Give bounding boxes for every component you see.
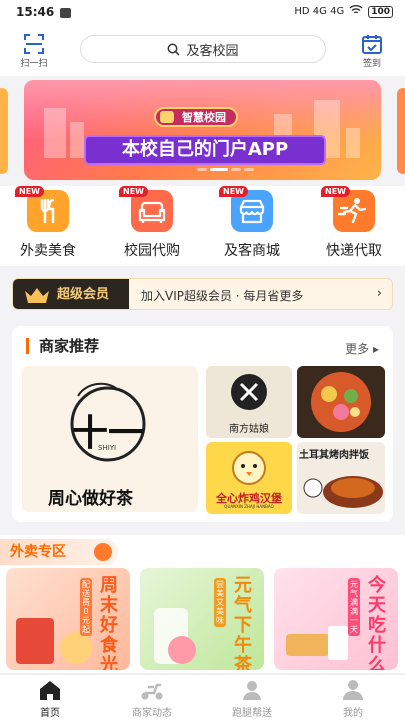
status-right: HD 4G 4G 100 — [294, 5, 393, 18]
status-time: 15:46 — [16, 5, 55, 19]
tab-mine[interactable]: 我的 — [323, 679, 383, 719]
new-badge: NEW — [321, 186, 350, 197]
vip-tag-text: 超级会员 — [57, 287, 110, 302]
brand-logo-icon — [160, 111, 174, 123]
banner-prev-peek — [0, 88, 8, 174]
vip-text: 加入VIP超级会员 · 每月省更多 — [141, 289, 304, 303]
search-text: 及客校园 — [186, 43, 239, 59]
scan-button[interactable]: 扫一扫 — [16, 32, 52, 69]
search-bar[interactable]: 及客校园 — [80, 35, 326, 63]
category-icon-bg: NEW — [15, 186, 69, 232]
promo-poster[interactable]: 配送费0元起 周末好食光 — [6, 568, 130, 670]
home-icon — [40, 681, 60, 700]
takeaway-section-title[interactable]: 外卖专区 — [0, 539, 118, 565]
checkin-button[interactable]: 签到 — [354, 32, 390, 69]
category-label: 快递代取 — [326, 243, 382, 259]
category-takeaway[interactable]: NEW 外卖美食 — [8, 186, 88, 260]
top-header: 扫一扫 及客校园 签到 — [0, 26, 405, 76]
new-badge: NEW — [15, 186, 44, 197]
calendar-check-icon — [362, 35, 382, 54]
more-label: 更多 — [345, 342, 370, 356]
category-label: 及客商城 — [224, 243, 280, 259]
category-icon-bg: NEW — [321, 186, 375, 232]
merchant-card[interactable]: 全心炸鸡汉堡 QUANXIN ZHAJI HANBAO — [206, 442, 292, 514]
tab-label: 跑腿帮送 — [232, 708, 272, 719]
category-label: 校园代购 — [124, 243, 180, 259]
status-bar: 15:46 HD 4G 4G 100 — [0, 0, 405, 26]
wifi-icon — [349, 5, 363, 18]
poster-headline: 周末好食光 — [100, 575, 118, 671]
merchant-more-link[interactable]: 更多 ▸ — [345, 340, 379, 357]
category-icon-bg: NEW — [119, 186, 173, 232]
pagination-dot — [231, 168, 241, 171]
user-icon — [343, 680, 363, 700]
tab-home[interactable]: 首页 — [20, 679, 80, 719]
battery-indicator: 100 — [368, 5, 393, 18]
tab-errand[interactable]: 跑腿帮送 — [222, 679, 282, 719]
merchant-name: 周心做好茶 — [48, 489, 133, 509]
vip-banner[interactable]: 超级会员 加入VIP超级会员 · 每月省更多 › — [12, 278, 393, 310]
merchant-card[interactable]: 十一 SHIYI 周心做好茶 — [22, 366, 198, 512]
tab-merchant-news[interactable]: 商家动态 — [122, 679, 182, 719]
banner-brand: 智慧校园 — [182, 111, 226, 124]
merchant-card[interactable]: 南方姑娘 — [206, 366, 292, 438]
banner-slogan: 本校自己的门户APP — [84, 135, 326, 165]
promo-poster[interactable]: 元气满满一天 今天吃什么 — [274, 568, 398, 670]
merchant-card[interactable]: 土耳其烤肉拌饭 — [297, 442, 385, 514]
scooter-icon — [94, 543, 112, 561]
category-icon-bg: NEW — [219, 186, 273, 232]
checkin-label: 签到 — [362, 59, 381, 69]
food-bowl-image — [311, 372, 371, 432]
scan-icon — [24, 34, 44, 54]
banner-building — [346, 128, 360, 158]
poster-headline: 今天吃什么 — [368, 575, 386, 671]
category-jike-mall[interactable]: NEW 及客商城 — [212, 186, 292, 260]
courier-icon — [243, 681, 261, 700]
category-label: 外卖美食 — [20, 243, 76, 259]
banner-building — [44, 108, 66, 158]
banner-brand-pill: 智慧校园 — [154, 107, 238, 127]
new-badge: NEW — [119, 186, 148, 197]
merchant-logo-sub: SHIYI — [98, 444, 117, 452]
caret-right-icon: ▸ — [372, 342, 379, 356]
network-indicator: HD 4G 4G — [294, 6, 345, 17]
pagination-dot — [197, 168, 207, 171]
merchant-card[interactable] — [297, 366, 385, 438]
bottom-tab-bar: 首页 商家动态 跑腿帮送 我的 — [0, 674, 405, 720]
takeaway-title-text: 外卖专区 — [10, 544, 66, 560]
crown-icon — [25, 288, 49, 303]
pagination-dot-active — [210, 168, 228, 171]
new-badge: NEW — [219, 186, 248, 197]
category-grid: NEW 外卖美食 NEW 校园代购 NEW 及客商城 NEW 快递代取 — [0, 186, 405, 266]
vip-tag: 超级会员 — [13, 279, 129, 309]
tab-label: 首页 — [40, 708, 60, 719]
tab-label: 我的 — [343, 708, 363, 719]
poster-tag: 元气满满一天 — [348, 578, 360, 636]
merchant-section: 商家推荐 更多 ▸ 十一 SHIYI 周心做好茶 南方姑娘 全心炸鸡汉堡 QUA… — [12, 326, 393, 522]
message-icon — [60, 8, 71, 18]
banner-pagination — [197, 168, 254, 171]
merchant-name: 土耳其烤肉拌饭 — [299, 450, 369, 461]
scan-label: 扫一扫 — [20, 59, 48, 69]
chevron-right-icon: › — [376, 286, 382, 301]
takeaway-section: 外卖专区 配送费0元起 周末好食光 尝美又美味 元气下午茶 元气满满一天 今天吃… — [0, 535, 405, 673]
poster-tag: 尝美又美味 — [214, 578, 226, 627]
poster-tag: 配送费0元起 — [80, 578, 92, 636]
merchant-name: 南方姑娘 — [229, 424, 269, 435]
promo-banner[interactable]: 智慧校园 本校自己的门户APP — [24, 80, 381, 180]
category-express-pickup[interactable]: NEW 快递代取 — [314, 186, 394, 260]
merchant-name-sub: QUANXIN ZHAJI HANBAO — [224, 504, 274, 509]
scooter-icon — [141, 683, 163, 700]
poster-headline: 元气下午茶 — [234, 575, 252, 671]
tab-label: 商家动态 — [132, 708, 172, 719]
pagination-dot — [244, 168, 254, 171]
merchant-section-title: 商家推荐 — [26, 338, 99, 354]
banner-building — [70, 122, 84, 158]
category-campus-purchase[interactable]: NEW 校园代购 — [112, 186, 192, 260]
promo-poster[interactable]: 尝美又美味 元气下午茶 — [140, 568, 264, 670]
banner-next-peek — [397, 88, 405, 174]
search-icon — [168, 43, 181, 56]
